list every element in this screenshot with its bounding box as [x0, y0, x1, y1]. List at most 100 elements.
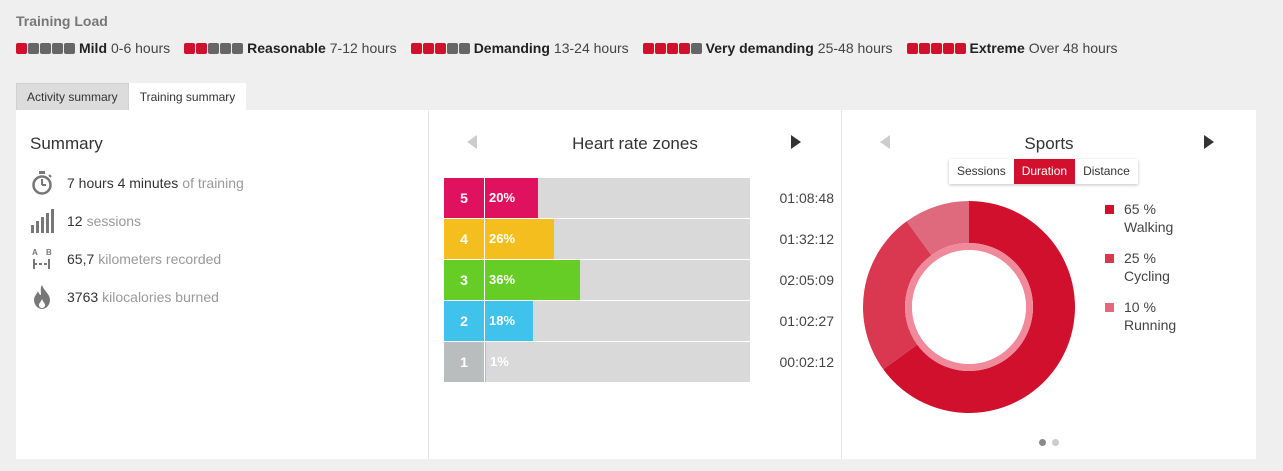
summary-text: kilometers recorded — [98, 251, 222, 267]
zone-bar-track: 26% — [485, 218, 750, 259]
load-block — [64, 42, 75, 54]
zone-bar-track: 18% — [485, 300, 750, 341]
load-level-range: 7-12 hours — [329, 40, 397, 56]
zone-time: 02:05:09 — [779, 271, 835, 288]
summary-item: 12 sessions — [30, 202, 244, 240]
load-block — [666, 42, 678, 54]
load-block — [208, 42, 220, 54]
legend-percent: 25 % — [1124, 250, 1156, 266]
zone-bar-fill: 20% — [485, 177, 538, 218]
segment-sessions-button[interactable]: Sessions — [949, 159, 1014, 184]
segment-duration-button[interactable]: Duration — [1013, 159, 1076, 184]
load-level-blocks — [410, 42, 470, 54]
svg-text:B: B — [46, 248, 52, 257]
summary-column: Summary 7 hours 4 minutes of training 12 se… — [16, 110, 429, 459]
legend-text: 25 % Cycling — [1124, 249, 1170, 285]
sports-legend: 65 % Walking 25 % Cycling 10 % Running — [1105, 200, 1176, 347]
legend-percent: 65 % — [1124, 201, 1156, 217]
summary-item: 3763 kilocalories burned — [30, 278, 244, 316]
load-block — [458, 42, 470, 54]
bar-chart-icon — [30, 209, 54, 233]
load-block — [906, 42, 918, 54]
load-level-very-demanding: Very demanding 25-48 hours — [642, 40, 893, 56]
legend-item-walking: 65 % Walking — [1105, 200, 1176, 236]
zone-bar-track: 20% — [485, 177, 750, 218]
tab-activity-summary[interactable]: Activity summary — [16, 83, 129, 111]
zone-number: 5 — [444, 177, 485, 218]
zone-bar-fill: 36% — [485, 259, 581, 300]
load-level-range: 13-24 hours — [553, 40, 629, 56]
summary-value: 7 hours 4 minutes — [67, 175, 179, 191]
training-load-title: Training Load — [16, 13, 108, 29]
sports-column: Sports Sessions Duration Distance 65 % Walk… — [842, 110, 1256, 459]
load-block — [16, 42, 27, 54]
zone-number: 1 — [444, 341, 485, 382]
heart-rate-zone-row: 4 26% 01:32:12 — [444, 218, 834, 259]
hr-next-arrow-icon[interactable] — [791, 135, 801, 149]
load-level-reasonable: Reasonable 7-12 hours — [184, 40, 397, 56]
load-level-blocks — [16, 42, 75, 54]
load-block — [52, 42, 63, 54]
tab-training-summary[interactable]: Training summary — [128, 83, 247, 111]
load-level-name: Demanding — [473, 40, 550, 56]
summary-item: 7 hours 4 minutes of training — [30, 164, 244, 202]
load-block — [196, 42, 208, 54]
legend-name: Walking — [1124, 219, 1174, 235]
zone-bar-fill: 18% — [485, 300, 533, 341]
summary-value: 65,7 — [67, 251, 95, 267]
load-block — [232, 42, 244, 54]
heart-rate-zone-row: 5 20% 01:08:48 — [444, 177, 834, 218]
distance-ab-icon: AB — [30, 247, 54, 271]
load-block — [918, 42, 930, 54]
legend-percent: 10 % — [1124, 299, 1156, 315]
stopwatch-icon — [30, 171, 54, 195]
sports-metric-toggle: Sessions Duration Distance — [949, 159, 1138, 184]
legend-text: 10 % Running — [1124, 298, 1176, 334]
load-level-extreme: Extreme Over 48 hours — [906, 40, 1118, 56]
svg-text:A: A — [32, 248, 38, 257]
load-block — [28, 42, 39, 54]
load-level-blocks — [184, 42, 244, 54]
carousel-dot[interactable] — [1052, 439, 1059, 446]
summary-value: 3763 — [67, 289, 99, 305]
load-level-name: Mild — [79, 40, 107, 56]
heart-rate-column: Heart rate zones 5 20% 01:08:48 4 26% 01:32:1… — [429, 110, 842, 459]
sports-title: Sports — [1024, 134, 1074, 153]
carousel-dots — [1039, 439, 1059, 446]
zone-time: 00:02:12 — [779, 353, 835, 370]
heart-rate-zone-row: 1 1% 00:02:12 — [444, 341, 834, 382]
load-level-blocks — [642, 42, 702, 54]
load-level-blocks — [906, 42, 966, 54]
load-level-mild: Mild 0-6 hours — [16, 40, 170, 56]
summary-text: sessions — [86, 213, 142, 229]
load-block — [942, 42, 954, 54]
zone-bar-fill: 1% — [485, 341, 509, 382]
zone-number: 2 — [444, 300, 485, 341]
zone-time: 01:32:12 — [779, 230, 835, 247]
load-block — [410, 42, 422, 54]
legend-name: Cycling — [1124, 268, 1170, 284]
load-level-name: Very demanding — [705, 40, 814, 56]
load-block — [642, 42, 654, 54]
summary-list: 7 hours 4 minutes of training 12 sessions A B… — [30, 164, 244, 316]
load-block — [678, 42, 690, 54]
segment-distance-button[interactable]: Distance — [1075, 159, 1138, 184]
sports-next-arrow-icon[interactable] — [1204, 135, 1214, 149]
zone-number: 4 — [444, 218, 485, 259]
heart-rate-zone-row: 3 36% 02:05:09 — [444, 259, 834, 300]
load-block — [40, 42, 51, 54]
tab-bar: Activity summary Training summary — [16, 83, 247, 111]
load-level-name: Reasonable — [247, 40, 326, 56]
carousel-dot[interactable] — [1039, 439, 1046, 446]
legend-item-cycling: 25 % Cycling — [1105, 249, 1176, 285]
load-level-range: 25-48 hours — [817, 40, 893, 56]
load-block — [434, 42, 446, 54]
zone-bar-track: 36% — [485, 259, 750, 300]
legend-item-running: 10 % Running — [1105, 298, 1176, 334]
summary-item: A B 65,7 kilometers recorded — [30, 240, 244, 278]
training-load-legend: Mild 0-6 hours Reasonable 7-12 hours Demandi… — [16, 40, 1118, 56]
load-block — [220, 42, 232, 54]
load-block — [654, 42, 666, 54]
zone-time: 01:02:27 — [779, 312, 835, 329]
summary-value: 12 — [67, 213, 83, 229]
